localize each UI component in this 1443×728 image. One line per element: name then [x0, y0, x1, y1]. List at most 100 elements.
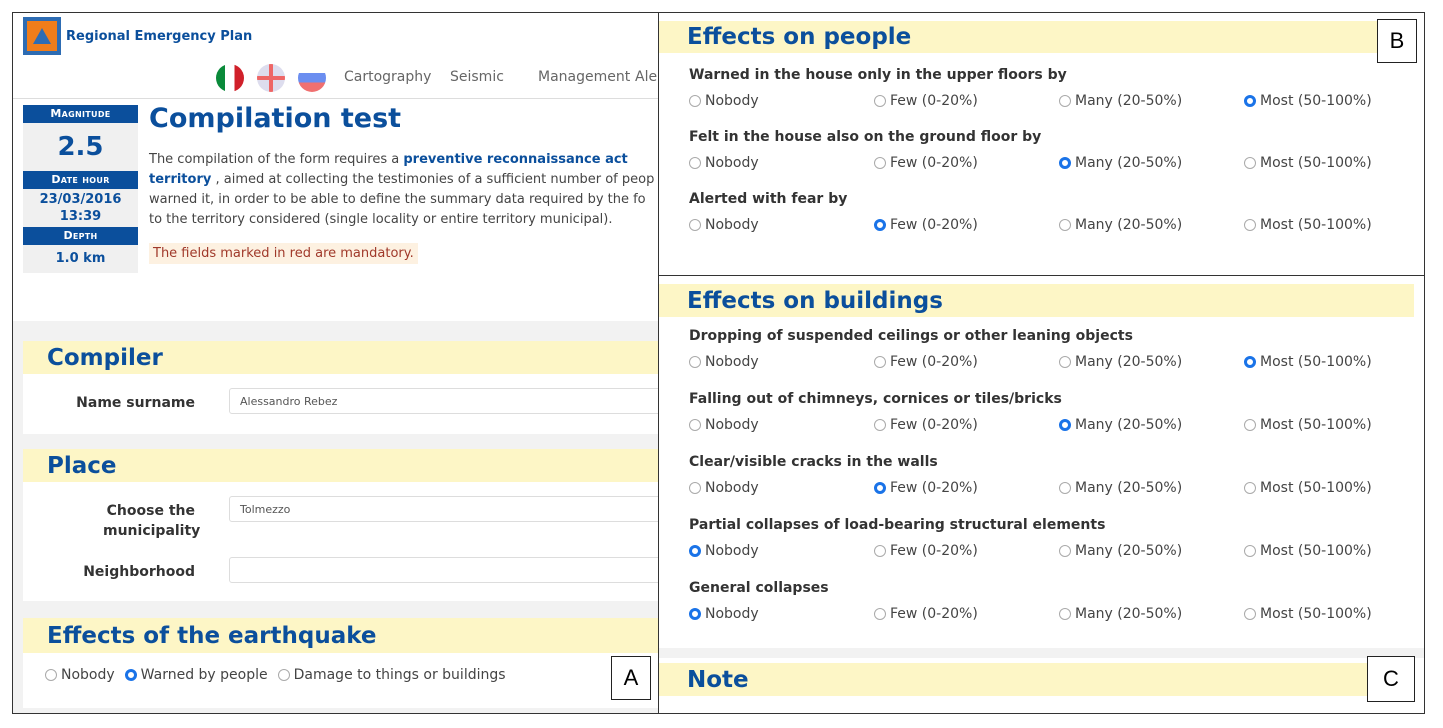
depth-value: 1.0 km	[23, 245, 138, 273]
flag-italy-icon[interactable]	[216, 64, 244, 92]
nav-seismic[interactable]: Seismic	[450, 69, 504, 85]
logo	[23, 17, 61, 55]
radio-label: Most (50-100%)	[1260, 543, 1372, 559]
app-title[interactable]: Regional Emergency Plan	[66, 29, 252, 44]
radio-icon[interactable]	[1244, 482, 1256, 494]
radio-option[interactable]: Most (50-100%)	[1244, 155, 1372, 171]
radio-icon[interactable]	[1244, 545, 1256, 557]
radio-icon[interactable]	[689, 482, 701, 494]
flag-uk-icon[interactable]	[257, 64, 285, 92]
radio-selected-icon[interactable]	[874, 219, 886, 231]
radio-option[interactable]: Many (20-50%)	[1059, 417, 1182, 433]
municipality-input[interactable]: Tolmezzo	[229, 496, 659, 522]
nav-alerts[interactable]: Ale	[635, 69, 657, 85]
radio-option[interactable]: Few (0-20%)	[874, 543, 978, 559]
radio-icon[interactable]	[1059, 482, 1071, 494]
radio-option[interactable]: Many (20-50%)	[1059, 606, 1182, 622]
radio-selected-icon[interactable]	[1244, 356, 1256, 368]
radio-option[interactable]: Many (20-50%)	[1059, 480, 1182, 496]
radio-option[interactable]: Nobody	[689, 417, 759, 433]
radio-icon[interactable]	[874, 157, 886, 169]
radio-icon[interactable]	[689, 356, 701, 368]
neighborhood-input[interactable]	[229, 557, 659, 583]
radio-icon[interactable]	[1059, 219, 1071, 231]
name-input[interactable]: Alessandro Rebez	[229, 388, 659, 414]
radio-icon[interactable]	[1244, 219, 1256, 231]
radio-option[interactable]: Most (50-100%)	[1244, 543, 1372, 559]
radio-selected-icon[interactable]	[1244, 95, 1256, 107]
radio-icon[interactable]	[689, 157, 701, 169]
radio-icon[interactable]	[277, 669, 290, 681]
radio-label: Few (0-20%)	[890, 606, 978, 622]
place-card: Place Choose the municipality Tolmezzo N…	[23, 449, 659, 601]
effects-option[interactable]: Nobody	[45, 667, 115, 683]
radio-icon[interactable]	[874, 608, 886, 620]
radio-option[interactable]: Many (20-50%)	[1059, 217, 1182, 233]
question-label: General collapses	[689, 580, 829, 596]
radio-option[interactable]: Most (50-100%)	[1244, 606, 1372, 622]
radio-option[interactable]: Many (20-50%)	[1059, 354, 1182, 370]
radio-option[interactable]: Few (0-20%)	[874, 217, 978, 233]
radio-option[interactable]: Many (20-50%)	[1059, 543, 1182, 559]
intro-link[interactable]: territory	[149, 172, 211, 187]
nav-cartography[interactable]: Cartography	[344, 69, 431, 85]
radio-option[interactable]: Nobody	[689, 606, 759, 622]
radio-option[interactable]: Many (20-50%)	[1059, 93, 1182, 109]
radio-icon[interactable]	[1059, 95, 1071, 107]
radio-icon[interactable]	[124, 669, 137, 681]
radio-icon[interactable]	[689, 95, 701, 107]
nav-management[interactable]: Management	[538, 69, 630, 85]
radio-icon[interactable]	[874, 419, 886, 431]
radio-selected-icon[interactable]	[689, 608, 701, 620]
radio-option[interactable]: Most (50-100%)	[1244, 417, 1372, 433]
radio-option[interactable]: Many (20-50%)	[1059, 155, 1182, 171]
flag-slovenia-icon[interactable]	[298, 64, 326, 92]
radio-icon[interactable]	[689, 219, 701, 231]
radio-option[interactable]: Few (0-20%)	[874, 93, 978, 109]
radio-option[interactable]: Nobody	[689, 354, 759, 370]
radio-option[interactable]: Most (50-100%)	[1244, 93, 1372, 109]
radio-icon[interactable]	[1244, 157, 1256, 169]
radio-option[interactable]: Nobody	[689, 217, 759, 233]
radio-selected-icon[interactable]	[689, 545, 701, 557]
radio-label: Few (0-20%)	[890, 417, 978, 433]
radio-icon[interactable]	[689, 419, 701, 431]
radio-option[interactable]: Most (50-100%)	[1244, 217, 1372, 233]
panel-label-a: A	[611, 656, 651, 700]
radio-icon[interactable]	[874, 95, 886, 107]
radio-label: Few (0-20%)	[890, 155, 978, 171]
radio-option[interactable]: Few (0-20%)	[874, 354, 978, 370]
effects-option[interactable]: Damage to things or buildings	[277, 667, 506, 683]
radio-option[interactable]: Nobody	[689, 93, 759, 109]
radio-selected-icon[interactable]	[1059, 157, 1071, 169]
neighborhood-label: Neighborhood	[83, 564, 195, 580]
radio-option[interactable]: Few (0-20%)	[874, 417, 978, 433]
radio-icon[interactable]	[874, 545, 886, 557]
question-label: Clear/visible cracks in the walls	[689, 454, 938, 470]
radio-option[interactable]: Few (0-20%)	[874, 155, 978, 171]
radio-option[interactable]: Most (50-100%)	[1244, 354, 1372, 370]
radio-icon[interactable]	[45, 669, 57, 681]
radio-icon[interactable]	[1059, 356, 1071, 368]
radio-option[interactable]: Nobody	[689, 480, 759, 496]
radio-option[interactable]: Nobody	[689, 155, 759, 171]
radio-icon[interactable]	[874, 356, 886, 368]
radio-option[interactable]: Nobody	[689, 543, 759, 559]
radio-icon[interactable]	[1244, 608, 1256, 620]
radio-option[interactable]: Few (0-20%)	[874, 606, 978, 622]
radio-icon[interactable]	[1059, 608, 1071, 620]
intro-link[interactable]: preventive reconnaissance act	[403, 152, 627, 167]
radio-label: Most (50-100%)	[1260, 217, 1372, 233]
radio-label: Nobody	[705, 417, 759, 433]
radio-icon[interactable]	[1059, 545, 1071, 557]
radio-selected-icon[interactable]	[1059, 419, 1071, 431]
radio-label: Few (0-20%)	[890, 217, 978, 233]
radio-label: Few (0-20%)	[890, 354, 978, 370]
effects-option[interactable]: Warned by people	[124, 667, 268, 683]
radio-option[interactable]: Few (0-20%)	[874, 480, 978, 496]
radio-icon[interactable]	[1244, 419, 1256, 431]
radio-label: Nobody	[705, 354, 759, 370]
radio-selected-icon[interactable]	[874, 482, 886, 494]
intro-line: The compilation of the form requires a	[149, 152, 404, 167]
radio-option[interactable]: Most (50-100%)	[1244, 480, 1372, 496]
